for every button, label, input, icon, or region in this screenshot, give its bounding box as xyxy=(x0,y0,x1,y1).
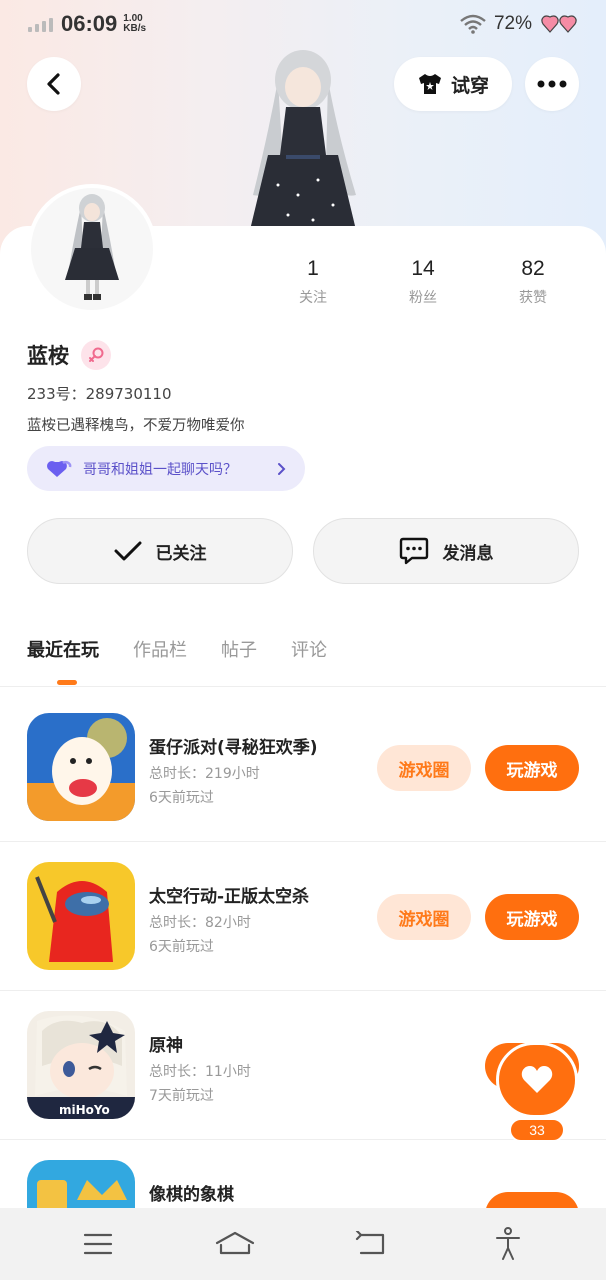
signal-icon xyxy=(28,16,53,32)
system-back-button[interactable] xyxy=(341,1219,401,1269)
more-dots-icon xyxy=(537,80,567,88)
checkmark-icon xyxy=(114,541,141,561)
game-duration: 总时长：82小时 xyxy=(149,915,251,931)
game-name: 原神 xyxy=(149,1036,183,1056)
game-name: 像棋的象棋 xyxy=(149,1185,234,1205)
followed-label: 已关注 xyxy=(155,543,207,564)
chevron-right-icon xyxy=(278,462,286,475)
tab-recent-play[interactable]: 最近在玩 xyxy=(27,636,99,674)
battery-percent: 72% xyxy=(493,13,532,34)
play-game-button[interactable]: 玩游戏 xyxy=(485,894,579,940)
shirt-icon xyxy=(418,74,441,94)
send-message-button[interactable]: 发消息 xyxy=(313,518,579,584)
username: 蓝桉 xyxy=(27,344,69,368)
send-message-label: 发消息 xyxy=(442,543,494,564)
home-icon xyxy=(215,1231,254,1255)
accessibility-button[interactable] xyxy=(478,1219,538,1269)
status-bar: 06:09 1.00 KB/s 72% xyxy=(0,0,606,48)
profile-screen: 06:09 1.00 KB/s 72% 试穿 1 关注 14 粉丝 82 获赞 … xyxy=(0,0,606,1280)
female-gender-icon xyxy=(81,340,111,370)
network-speed: 1.00 KB/s xyxy=(123,13,147,34)
heart-icon xyxy=(521,1066,553,1093)
tabs-divider xyxy=(0,686,606,687)
try-on-button[interactable]: 试穿 xyxy=(394,57,512,111)
system-navigation-bar xyxy=(0,1208,606,1280)
home-button[interactable] xyxy=(205,1219,265,1269)
stat-following[interactable]: 1 关注 xyxy=(258,257,368,307)
username-row: 蓝桉 xyxy=(27,340,111,370)
game-duration: 总时长：11小时 xyxy=(149,1064,251,1080)
menu-button[interactable] xyxy=(68,1219,128,1269)
back-button[interactable] xyxy=(27,57,81,111)
game-circle-button[interactable]: 游戏圈 xyxy=(377,894,471,940)
purple-heart-icon xyxy=(47,460,72,477)
profile-stats: 1 关注 14 粉丝 82 获赞 xyxy=(258,257,588,307)
mihoyo-logo-text: miHoYo xyxy=(59,1103,110,1117)
genshin-game-icon[interactable]: miHoYo xyxy=(27,1011,135,1119)
recent-games-list: 蛋仔派对(寻秘狂欢季) 总时长：219小时 6天前玩过 游戏圈 玩游戏 太空行动… xyxy=(0,693,606,1280)
stat-likes[interactable]: 82 获赞 xyxy=(478,257,588,307)
user-bio: 蓝桉已遇释槐鸟，不爱万物唯爱你 xyxy=(27,418,245,434)
status-time: 06:09 xyxy=(61,11,118,36)
avatar-image xyxy=(65,194,119,300)
profile-tabs: 最近在玩 作品栏 帖子 评论 xyxy=(27,636,327,674)
try-on-label: 试穿 xyxy=(450,74,489,97)
chat-prompt-text: 哥哥和姐姐一起聊天吗？ xyxy=(83,461,237,478)
return-icon xyxy=(356,1231,385,1255)
game-last-played: 7天前玩过 xyxy=(149,1088,214,1104)
game-name: 太空行动-正版太空杀 xyxy=(149,887,310,907)
menu-icon xyxy=(84,1233,113,1255)
list-item[interactable]: 蛋仔派对(寻秘狂欢季) 总时长：219小时 6天前玩过 游戏圈 玩游戏 xyxy=(0,693,606,842)
game-last-played: 6天前玩过 xyxy=(149,939,214,955)
wifi-icon xyxy=(460,14,486,34)
tab-comments[interactable]: 评论 xyxy=(291,636,327,674)
game-circle-button[interactable]: 游戏圈 xyxy=(377,745,471,791)
battery-heart-icon xyxy=(541,15,577,33)
like-count: 33 xyxy=(509,1118,565,1142)
user-id: 233号：289730110 xyxy=(27,385,172,403)
chat-bubble-icon xyxy=(399,537,428,565)
game-name: 蛋仔派对(寻秘狂欢季) xyxy=(149,738,318,758)
accessibility-icon xyxy=(495,1227,520,1260)
active-tab-indicator xyxy=(57,680,77,685)
back-arrow-icon xyxy=(47,73,60,95)
list-item[interactable]: 太空行动-正版太空杀 总时长：82小时 6天前玩过 游戏圈 玩游戏 xyxy=(0,842,606,991)
tab-posts[interactable]: 帖子 xyxy=(221,636,257,674)
followed-button[interactable]: 已关注 xyxy=(27,518,293,584)
floating-like-button[interactable] xyxy=(496,1042,578,1118)
space-action-game-icon[interactable] xyxy=(27,862,135,970)
stat-followers[interactable]: 14 粉丝 xyxy=(368,257,478,307)
avatar[interactable] xyxy=(27,184,157,314)
play-game-button[interactable]: 玩游戏 xyxy=(485,745,579,791)
character-avatar-image xyxy=(250,50,356,230)
chat-prompt-pill[interactable]: 哥哥和姐姐一起聊天吗？ xyxy=(27,446,305,491)
tab-works[interactable]: 作品栏 xyxy=(133,636,187,674)
more-button[interactable] xyxy=(525,57,579,111)
eggy-party-game-icon[interactable] xyxy=(27,713,135,821)
game-last-played: 6天前玩过 xyxy=(149,790,214,806)
game-duration: 总时长：219小时 xyxy=(149,766,260,782)
